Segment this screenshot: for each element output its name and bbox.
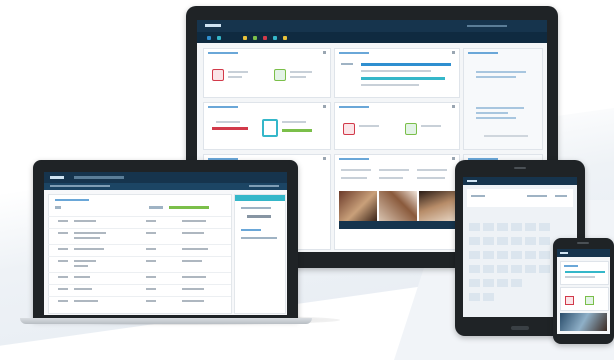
app-logo — [467, 180, 477, 182]
nav-item-icon[interactable] — [263, 36, 267, 40]
laptop-screen — [44, 172, 287, 315]
widget-title — [339, 52, 369, 54]
media-caption-bar — [339, 221, 455, 229]
header-icon — [55, 206, 61, 209]
nav-item-icon[interactable] — [273, 36, 277, 40]
phone-device — [553, 238, 614, 344]
widget-title — [339, 158, 369, 160]
photo-thumbnail[interactable] — [379, 191, 417, 221]
laptop-device — [33, 160, 298, 320]
filter-label — [149, 206, 163, 209]
gauge-icon — [262, 119, 278, 137]
widget-title — [468, 52, 498, 54]
close-icon[interactable] — [323, 157, 326, 160]
app-nav — [197, 32, 547, 43]
chart-widget — [334, 48, 460, 98]
app-logo — [560, 252, 568, 254]
widget-title — [208, 52, 238, 54]
panel-header — [235, 195, 285, 201]
app-header — [557, 249, 610, 257]
trend-down-icon — [212, 69, 224, 81]
app-header — [463, 177, 577, 185]
tablet-home-button — [511, 326, 529, 330]
side-panel — [463, 48, 543, 150]
nav-item-icon[interactable] — [243, 36, 247, 40]
nav-item-icon[interactable] — [217, 36, 221, 40]
close-icon[interactable] — [452, 105, 455, 108]
app-header — [44, 172, 287, 183]
trend-up-icon — [405, 123, 417, 135]
table-title — [55, 199, 89, 201]
kpi-widget — [560, 261, 609, 285]
detail-panel — [234, 194, 286, 314]
app-subnav — [44, 183, 287, 190]
trend-down-icon — [565, 296, 574, 305]
photo-thumbnail[interactable] — [419, 191, 455, 221]
kpi-widget — [334, 102, 460, 150]
close-icon[interactable] — [452, 51, 455, 54]
photo-thumbnail[interactable] — [560, 313, 607, 331]
photo-thumbnail[interactable] — [339, 191, 377, 221]
tablet-camera — [514, 167, 526, 169]
close-icon[interactable] — [452, 157, 455, 160]
header-menu[interactable] — [74, 176, 124, 179]
kpi-widget — [203, 102, 331, 150]
trend-up-icon — [274, 69, 286, 81]
nav-item-icon[interactable] — [253, 36, 257, 40]
phone-screen — [557, 249, 610, 334]
app-header — [197, 20, 547, 32]
phone-speaker — [577, 242, 589, 244]
trend-up-icon — [585, 296, 594, 305]
widget-title — [339, 106, 369, 108]
widget-title — [208, 106, 238, 108]
app-logo — [50, 176, 64, 179]
media-widget — [334, 154, 460, 250]
kpi-widget — [560, 287, 609, 311]
filter-chip[interactable] — [169, 206, 209, 209]
laptop-base — [20, 318, 312, 324]
trend-down-icon — [343, 123, 355, 135]
app-logo — [205, 24, 221, 27]
nav-item-icon[interactable] — [207, 36, 211, 40]
close-icon[interactable] — [323, 51, 326, 54]
close-icon[interactable] — [323, 105, 326, 108]
kpi-widget — [203, 48, 331, 98]
nav-item-icon[interactable] — [283, 36, 287, 40]
tablet-toolbar — [467, 189, 573, 207]
header-search[interactable] — [467, 25, 507, 27]
